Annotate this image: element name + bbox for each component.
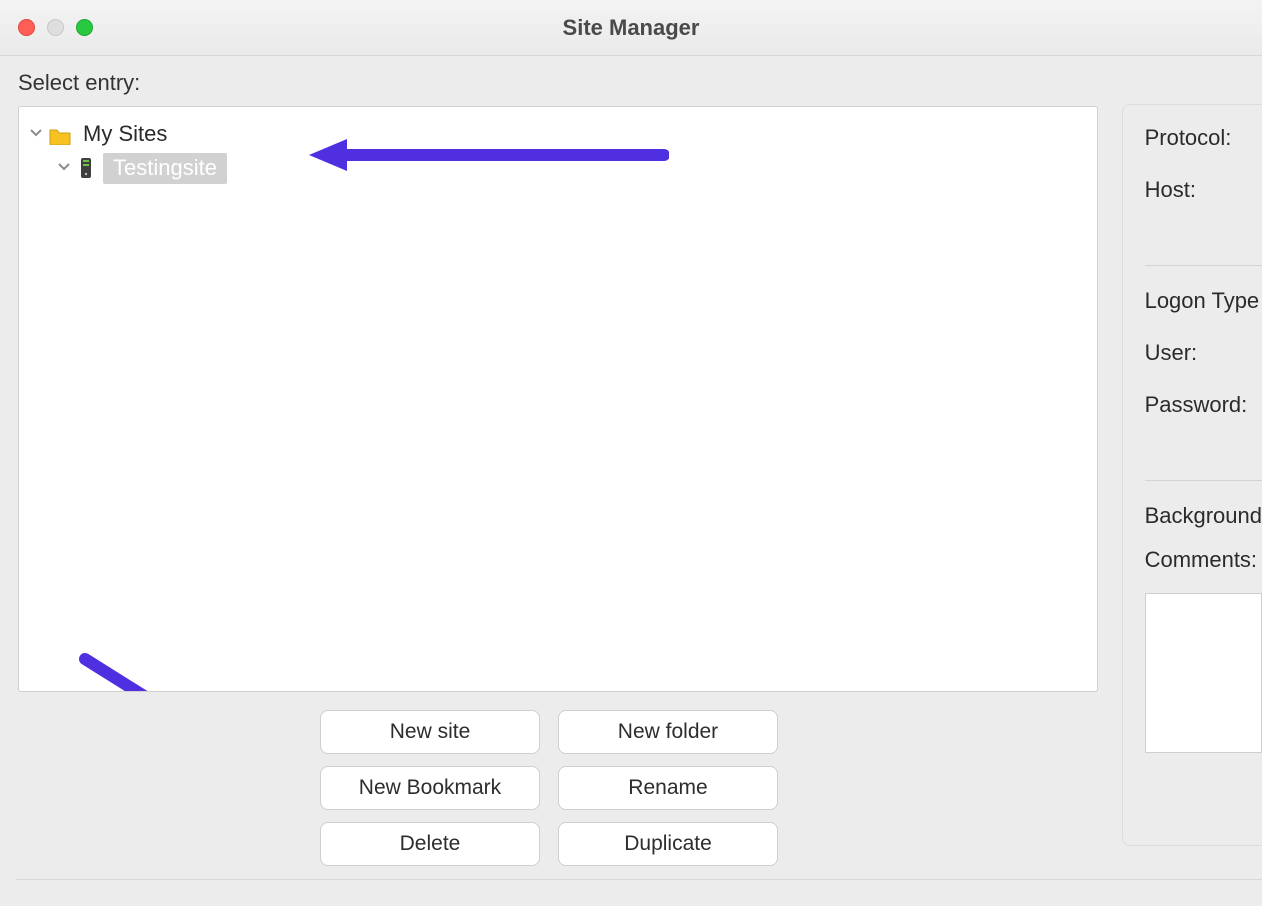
site-action-buttons: New site New folder New Bookmark Rename …: [320, 710, 1098, 866]
left-column: Select entry: My Sites: [18, 70, 1098, 906]
rename-button[interactable]: Rename: [558, 766, 778, 810]
chevron-down-icon[interactable]: [27, 126, 45, 142]
tree-root-my-sites[interactable]: My Sites: [27, 117, 1089, 151]
tree-root-label: My Sites: [79, 119, 171, 149]
window-title: Site Manager: [0, 15, 1262, 41]
duplicate-button[interactable]: Duplicate: [558, 822, 778, 866]
folder-icon: [49, 125, 71, 143]
new-folder-button[interactable]: New folder: [558, 710, 778, 754]
tree-item-testingsite[interactable]: Testingsite: [27, 151, 1089, 185]
chevron-down-icon[interactable]: [55, 160, 73, 176]
content-area: Select entry: My Sites: [0, 56, 1262, 906]
protocol-label: Protocol:: [1145, 127, 1262, 149]
window-controls: [18, 19, 93, 36]
annotation-arrow-icon: [73, 651, 333, 692]
comments-label: Comments:: [1145, 549, 1262, 571]
host-label: Host:: [1145, 179, 1262, 201]
password-label: Password:: [1145, 394, 1262, 416]
close-icon[interactable]: [18, 19, 35, 36]
site-details-panel: Protocol: Host: Logon Type User: Passwor…: [1122, 104, 1262, 846]
comments-textarea[interactable]: [1145, 593, 1262, 753]
site-name-editable[interactable]: Testingsite: [103, 153, 227, 184]
divider: [1145, 265, 1262, 266]
titlebar: Site Manager: [0, 0, 1262, 56]
minimize-icon[interactable]: [47, 19, 64, 36]
divider: [1145, 480, 1262, 481]
new-site-button[interactable]: New site: [320, 710, 540, 754]
server-icon: [79, 157, 93, 179]
divider: [16, 879, 1262, 880]
user-label: User:: [1145, 342, 1262, 364]
select-entry-label: Select entry:: [18, 70, 1098, 96]
site-tree-panel[interactable]: My Sites Testingsite: [18, 106, 1098, 692]
zoom-icon[interactable]: [76, 19, 93, 36]
new-bookmark-button[interactable]: New Bookmark: [320, 766, 540, 810]
delete-button[interactable]: Delete: [320, 822, 540, 866]
background-label: Background: [1145, 505, 1262, 527]
logon-type-label: Logon Type: [1145, 290, 1262, 312]
